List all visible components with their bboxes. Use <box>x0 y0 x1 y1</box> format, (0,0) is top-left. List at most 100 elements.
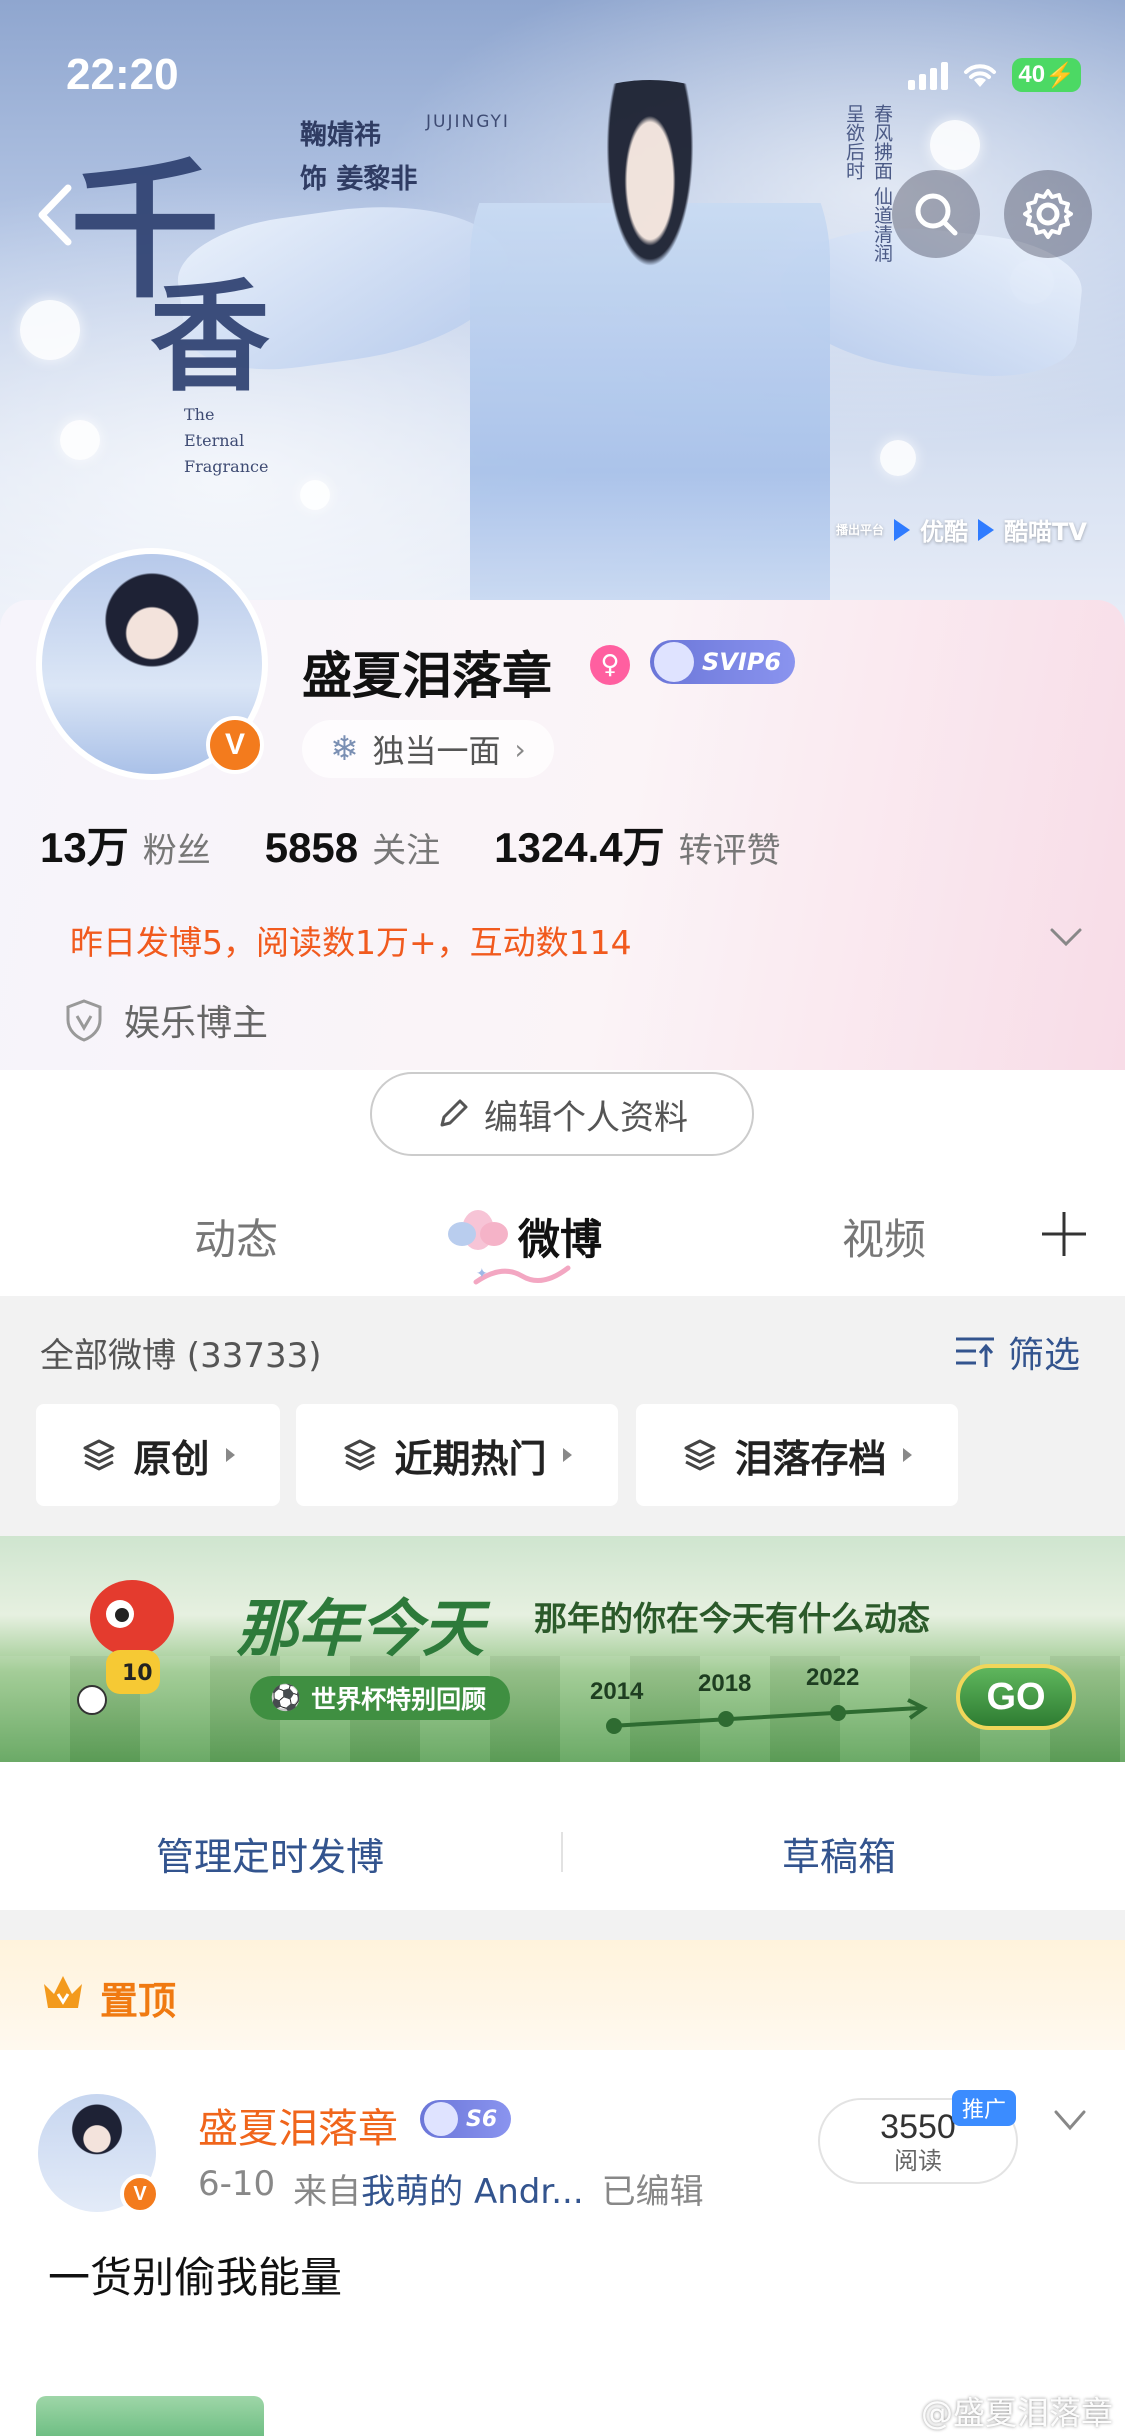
profile-username: 盛夏泪落章 <box>302 647 552 705</box>
stat-following[interactable]: 5858 关注 <box>265 823 440 872</box>
stat-interactions[interactable]: 1324.4万 转评赞 <box>494 814 780 875</box>
blossom-decoration <box>880 440 916 476</box>
filter-label: 筛选 <box>1008 1335 1081 1376</box>
chip-recent-hot[interactable]: 近期热门 <box>296 1404 618 1506</box>
post-source-app[interactable]: 我萌的 Andr... <box>361 2172 583 2212</box>
post-text: 一货别偷我能量 <box>48 2253 343 2302</box>
search-icon <box>915 193 958 236</box>
battery-level: 40 <box>1018 61 1046 88</box>
blossom-decoration <box>60 420 100 460</box>
status-time: 22:20 <box>66 50 179 99</box>
female-icon: ♀ <box>590 645 630 685</box>
drafts-button[interactable]: 草稿箱 <box>782 1826 896 1881</box>
gear-icon <box>1023 189 1073 239</box>
svip-label: S6 <box>466 2106 498 2132</box>
stat-label: 粉丝 <box>142 831 211 871</box>
cellular-signal-icon <box>908 60 949 90</box>
post-meta: 6-10 来自我萌的 Andr... 已编辑 <box>198 2164 704 2213</box>
go-button[interactable]: GO <box>956 1664 1076 1730</box>
tab-video[interactable]: 视频 <box>842 1206 926 1267</box>
stat-number: 13万 <box>40 824 129 871</box>
weibo-watermark: @盛夏泪落章 <box>920 2394 1113 2432</box>
kumiao-icon <box>978 518 995 541</box>
tab-active-indicator: ✦ <box>473 1265 571 1285</box>
verified-badge-icon: V <box>120 2174 160 2214</box>
post-image-thumbnail[interactable] <box>36 2396 264 2436</box>
edit-profile-button[interactable]: 编辑个人资料 <box>370 1072 754 1156</box>
poster-english-word: Eternal <box>184 431 245 450</box>
on-this-day-banner[interactable]: 10 那年今天 那年的你在今天有什么动态 ⚽ 世界杯特别回顾 2014 2018… <box>0 1536 1125 1762</box>
post-source-prefix: 来自 <box>293 2172 362 2212</box>
caret-right-icon <box>562 1448 572 1462</box>
vip-bear-icon <box>424 2102 458 2136</box>
edit-profile-label: 编辑个人资料 <box>484 1097 688 1138</box>
promo-subtitle: 那年的你在今天有什么动态 <box>534 1599 930 1638</box>
plus-icon[interactable] <box>1036 1206 1092 1262</box>
weibo-mascot-icon: 10 <box>77 1580 174 1715</box>
poster-figure <box>470 80 830 640</box>
poster-english-word: The <box>184 405 215 424</box>
stat-followers[interactable]: 13万 粉丝 <box>40 814 211 875</box>
promo-title: 那年今天 <box>236 1592 485 1665</box>
activity-summary[interactable]: 昨日发博5，阅读数1万+，互动数114 <box>70 916 632 964</box>
manage-scheduled-posts-button[interactable]: 管理定时发博 <box>156 1826 384 1881</box>
title-badge-pill[interactable]: ❄ 独当一面 › <box>302 720 554 778</box>
section-gap <box>0 1910 1125 1940</box>
vip-bear-icon <box>654 642 694 682</box>
layers-icon <box>684 1439 716 1471</box>
crown-icon <box>44 1976 82 2008</box>
lotus-icon <box>448 1210 508 1250</box>
svip-badge[interactable]: SVIP6 <box>650 640 796 684</box>
world-cup-review-pill: ⚽ 世界杯特别回顾 <box>250 1676 511 1720</box>
chevron-right-icon: › <box>514 732 526 766</box>
poster-cast-romanized: JUJINGYI <box>426 112 510 132</box>
charging-bolt-icon: ⚡ <box>1045 61 1075 89</box>
timeline-year: 2018 <box>698 1670 752 1697</box>
svip-badge[interactable]: S6 <box>420 2100 512 2138</box>
snowflake-icon: ❄ <box>330 729 359 769</box>
shield-icon <box>66 999 102 1042</box>
platform-name: 酷喵TV <box>1004 518 1087 546</box>
poster-cast-text: 鞠婧祎 饰 姜黎非 <box>300 114 417 202</box>
blossom-decoration <box>930 120 980 170</box>
profile-cover-banner[interactable]: 千 香 鞠婧祎 饰 姜黎非 JUJINGYI The Eternal Fragr… <box>0 0 1125 640</box>
jersey-number: 10 <box>122 1661 153 1686</box>
wifi-icon <box>964 64 997 87</box>
stat-number: 5858 <box>264 824 359 871</box>
chevron-down-icon[interactable] <box>1050 2106 1090 2136</box>
post-date: 6-10 <box>198 2164 276 2204</box>
filter-button[interactable]: 筛选 <box>954 1326 1080 1378</box>
chip-label: 原创 <box>133 1436 210 1481</box>
settings-button[interactable] <box>1004 170 1092 258</box>
tab-dynamics[interactable]: 动态 <box>194 1206 278 1267</box>
poster-cast-role: 饰 姜黎非 <box>300 164 418 195</box>
youku-icon <box>894 518 911 541</box>
layers-icon <box>83 1439 115 1471</box>
chip-original[interactable]: 原创 <box>36 1404 280 1506</box>
chip-archive[interactable]: 泪落存档 <box>636 1404 958 1506</box>
certification-row[interactable]: 娱乐博主 <box>64 994 268 1046</box>
verified-badge-icon: V <box>206 716 264 774</box>
back-arrow-icon[interactable] <box>30 180 80 250</box>
battery-icon: 40 ⚡ <box>1012 58 1081 92</box>
timeline-year: 2014 <box>590 1678 644 1705</box>
caret-right-icon <box>225 1448 235 1462</box>
promote-tag[interactable]: 推广 <box>952 2090 1017 2126</box>
poster-english-title: The Eternal Fragrance <box>184 402 268 480</box>
poster-english-word: Fragrance <box>184 457 269 476</box>
search-button[interactable] <box>892 170 980 258</box>
promo-pill-label: 世界杯特别回顾 <box>311 1685 487 1714</box>
poster-platforms: 播出平台 优酷 酷喵TV <box>836 512 1087 547</box>
timeline-year: 2022 <box>806 1664 860 1691</box>
blossom-decoration <box>300 480 330 510</box>
chevron-down-icon[interactable] <box>1046 916 1086 956</box>
sort-filter-icon <box>956 1337 994 1367</box>
post-author-name[interactable]: 盛夏泪落章 <box>198 2096 398 2154</box>
poster-cast-name: 鞠婧祎 <box>300 120 381 151</box>
divider <box>561 1832 563 1872</box>
tab-weibo[interactable]: 微博 <box>518 1206 602 1267</box>
stat-label: 关注 <box>372 831 441 871</box>
profile-stats: 13万 粉丝 5858 关注 1324.4万 转评赞 <box>40 814 781 875</box>
stat-label: 转评赞 <box>678 831 781 871</box>
post-edited-label: 已编辑 <box>601 2172 704 2212</box>
